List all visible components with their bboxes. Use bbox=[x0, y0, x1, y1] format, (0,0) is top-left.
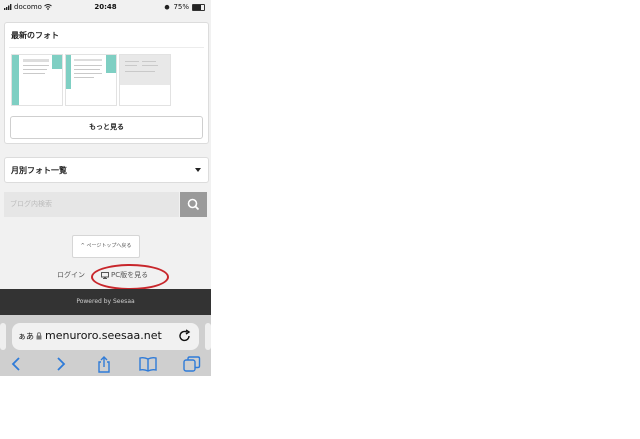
blog-search-input[interactable]: ブログ内検索 bbox=[4, 192, 179, 217]
battery-percent: 75% bbox=[173, 3, 189, 11]
search-button[interactable] bbox=[180, 192, 207, 217]
next-tab-pill[interactable] bbox=[205, 323, 211, 350]
forward-icon[interactable] bbox=[54, 356, 68, 372]
caret-down-icon bbox=[195, 168, 201, 172]
powered-by-footer: Powered by Seesaa bbox=[0, 289, 211, 315]
tabs-icon[interactable] bbox=[183, 356, 201, 372]
page-top-button[interactable]: ^ ページトップへ戻る bbox=[72, 235, 140, 258]
share-icon[interactable] bbox=[96, 356, 112, 373]
battery-info: 75% bbox=[164, 3, 205, 11]
photo-thumbnail-3[interactable] bbox=[119, 54, 171, 106]
latest-photos-card: 最新のフォト もっと見る bbox=[4, 22, 209, 144]
prev-tab-pill[interactable] bbox=[0, 323, 6, 350]
latest-photos-title: 最新のフォト bbox=[11, 31, 59, 40]
safari-bottom-bar: ぁあ menuroro.seesaa.net bbox=[0, 315, 211, 376]
phone-screen: docomo 20:48 75% 最新のフォト もっと見る 月別フォト一覧 ブロ… bbox=[0, 0, 211, 376]
status-bar: docomo 20:48 75% bbox=[0, 0, 211, 14]
reload-icon[interactable] bbox=[178, 328, 192, 344]
photo-thumbnail-2[interactable] bbox=[65, 54, 117, 106]
divider bbox=[9, 47, 204, 48]
search-icon bbox=[187, 198, 200, 211]
page-top-label: ページトップへ戻る bbox=[86, 243, 132, 249]
battery-fill bbox=[193, 4, 202, 10]
url-text: menuroro.seesaa.net bbox=[45, 329, 162, 342]
more-photos-button[interactable]: もっと見る bbox=[10, 116, 203, 139]
monthly-photos-dropdown[interactable]: 月別フォト一覧 bbox=[4, 157, 209, 183]
annotation-circle bbox=[91, 264, 169, 290]
reader-options-button[interactable]: ぁあ bbox=[18, 331, 34, 342]
back-icon[interactable] bbox=[9, 356, 23, 372]
bookmarks-icon[interactable] bbox=[139, 356, 157, 372]
alarm-icon bbox=[165, 4, 170, 10]
login-link[interactable]: ログイン bbox=[57, 270, 85, 280]
battery-icon bbox=[192, 3, 205, 11]
monthly-photos-label: 月別フォト一覧 bbox=[11, 166, 67, 175]
lock-icon bbox=[36, 332, 42, 340]
photo-thumbnail-1[interactable] bbox=[11, 54, 63, 106]
address-bar[interactable]: ぁあ menuroro.seesaa.net bbox=[12, 323, 199, 350]
